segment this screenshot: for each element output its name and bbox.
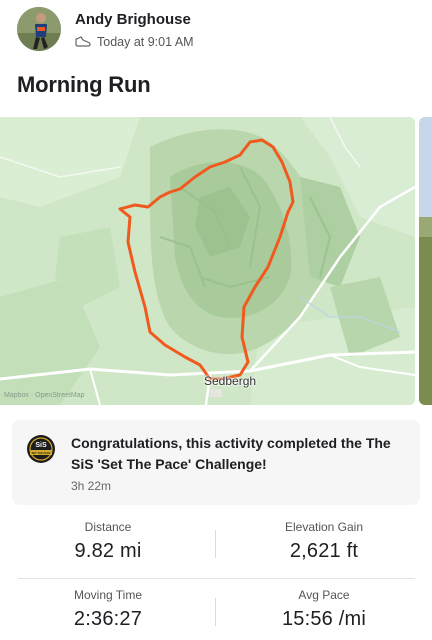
stat-label: Elevation Gain: [284, 520, 364, 534]
stat-label: Avg Pace: [298, 588, 350, 602]
activity-meta: Today at 9:01 AM: [75, 35, 194, 49]
badge-text: SiS: [35, 442, 47, 449]
map-place-label: Sedbergh: [204, 374, 257, 388]
stat-distance: Distance 9.82 mi: [0, 520, 216, 563]
shoe-icon: [75, 36, 91, 47]
route-map[interactable]: [0, 117, 415, 405]
challenge-duration: 3h 22m: [71, 479, 112, 493]
stat-value: 2:36:27: [73, 608, 143, 630]
stat-label: Distance: [84, 520, 132, 534]
stats-row-divider: [18, 578, 415, 579]
stat-label: Moving Time: [73, 588, 143, 602]
activity-timestamp: Today at 9:01 AM: [97, 35, 194, 49]
stat-value: 9.82 mi: [74, 540, 142, 562]
athlete-name[interactable]: Andy Brighouse: [75, 11, 191, 28]
stat-divider: [215, 598, 216, 626]
activity-header: Andy Brighouse Today at 9:01 AM: [17, 7, 417, 55]
stat-value: 2,621 ft: [289, 540, 359, 562]
next-photo-peek[interactable]: [419, 117, 432, 405]
challenge-text: Congratulations, this activity completed…: [71, 435, 391, 472]
map-attribution[interactable]: Mapbox · OpenStreetMap: [4, 392, 85, 399]
stat-moving-time: Moving Time 2:36:27: [0, 588, 216, 631]
stat-value: 15:56 /mi: [281, 608, 367, 630]
athlete-avatar[interactable]: [17, 7, 61, 51]
activity-title[interactable]: Morning Run: [17, 72, 151, 98]
activity-stats: Distance 9.82 mi Elevation Gain 2,621 ft…: [0, 510, 432, 640]
challenge-card[interactable]: SiS SET THE PACE Congratulations, this a…: [12, 420, 420, 505]
stat-elevation-gain: Elevation Gain 2,621 ft: [216, 520, 432, 563]
badge-subtext: SET THE PACE: [32, 451, 51, 455]
stat-avg-pace: Avg Pace 15:56 /mi: [216, 588, 432, 631]
stat-divider: [215, 530, 216, 558]
sis-set-the-pace-badge-icon: SiS SET THE PACE: [26, 434, 56, 464]
